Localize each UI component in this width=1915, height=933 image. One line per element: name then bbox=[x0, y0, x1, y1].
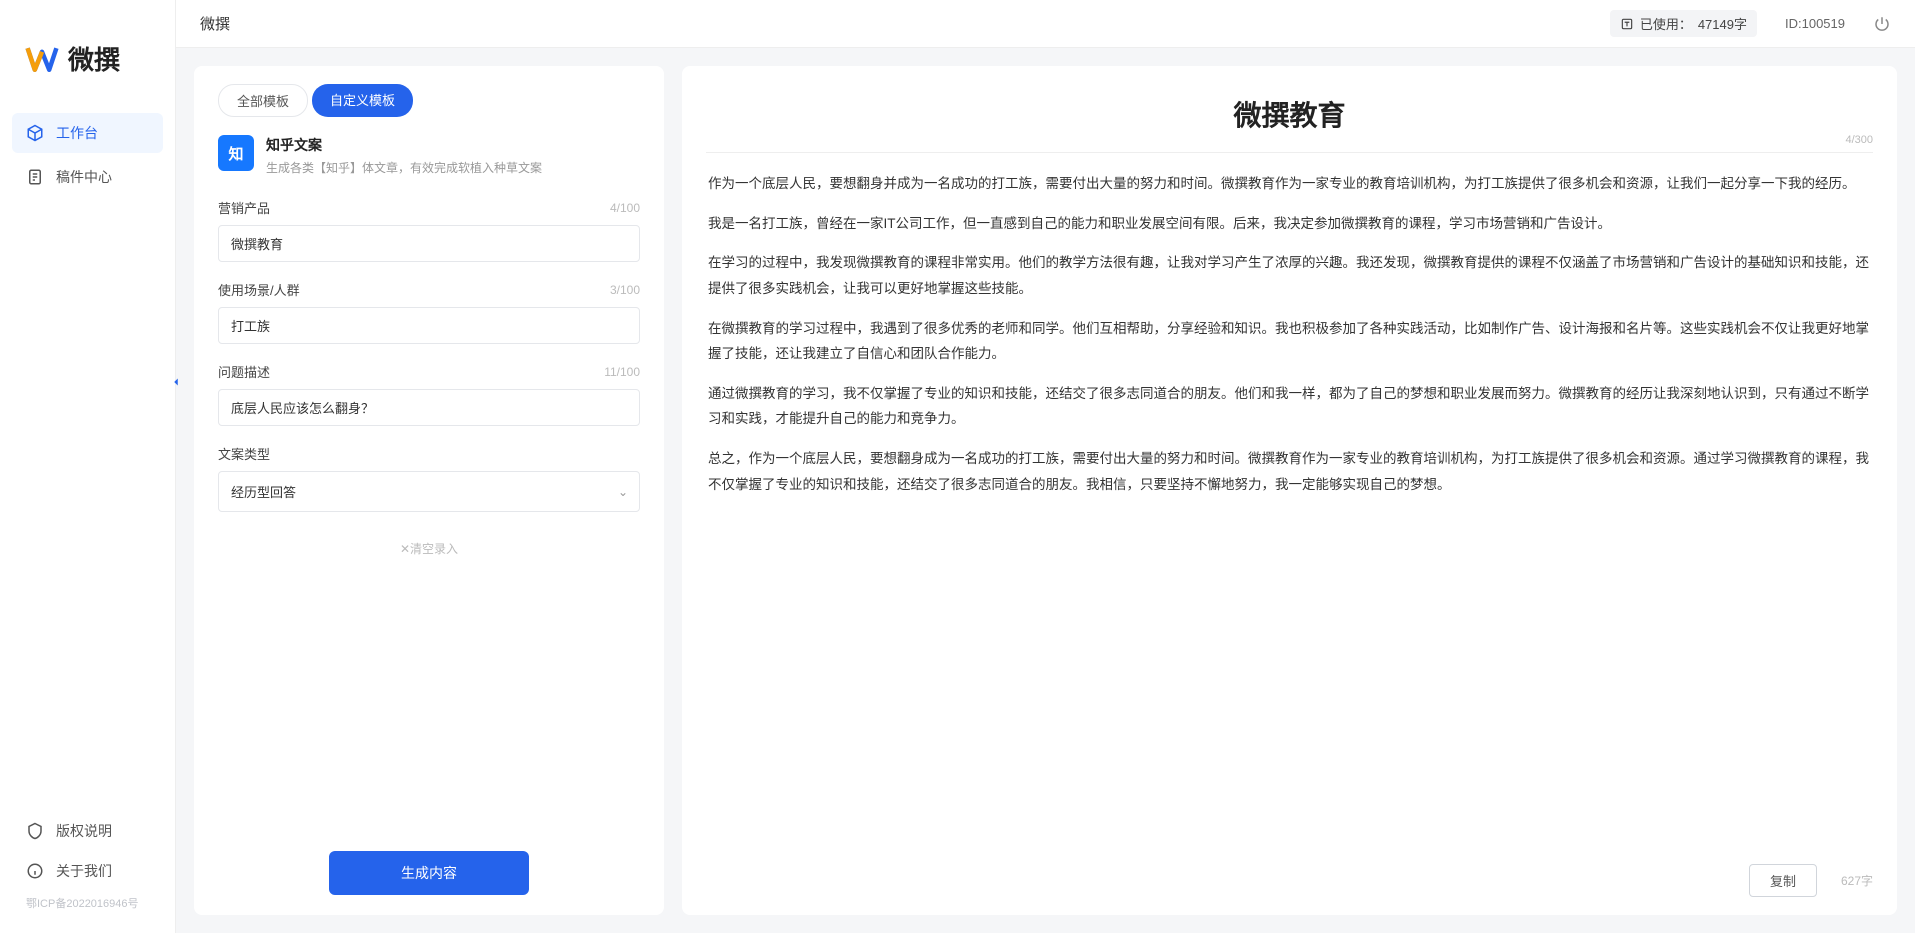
product-input[interactable] bbox=[218, 225, 640, 262]
field-label: 使用场景/人群 bbox=[218, 280, 300, 299]
field-count: 4/100 bbox=[610, 201, 640, 215]
generate-button[interactable]: 生成内容 bbox=[329, 851, 529, 895]
field-type: 文案类型 经历型回答 ⌄ bbox=[218, 444, 640, 512]
zhihu-icon: 知 bbox=[218, 135, 254, 171]
shield-icon bbox=[26, 822, 44, 840]
usage-label: 已使用： bbox=[1640, 14, 1692, 33]
info-icon bbox=[26, 862, 44, 880]
usage-badge: 已使用： 47149字 bbox=[1610, 10, 1757, 37]
cube-icon bbox=[26, 124, 44, 142]
footer-label: 关于我们 bbox=[56, 861, 112, 881]
output-paragraph: 总之，作为一个底层人民，要想翻身成为一名成功的打工族，需要付出大量的努力和时间。… bbox=[708, 446, 1871, 497]
document-icon bbox=[26, 168, 44, 186]
type-select[interactable]: 经历型回答 bbox=[218, 471, 640, 512]
question-input[interactable] bbox=[218, 389, 640, 426]
output-title: 微撰教育 bbox=[1233, 101, 1345, 132]
user-id: ID:100519 bbox=[1785, 16, 1845, 31]
output-paragraph: 在微撰教育的学习过程中，我遇到了很多优秀的老师和同学。他们互相帮助，分享经验和知… bbox=[708, 316, 1871, 367]
output-paragraph: 在学习的过程中，我发现微撰教育的课程非常实用。他们的教学方法很有趣，让我对学习产… bbox=[708, 250, 1871, 301]
output-paragraph: 作为一个底层人民，要想翻身并成为一名成功的打工族，需要付出大量的努力和时间。微撰… bbox=[708, 171, 1871, 197]
sidebar-footer: 版权说明 关于我们 鄂ICP备2022016946号 bbox=[0, 803, 175, 933]
page-title: 微撰 bbox=[200, 13, 230, 34]
icp-text: 鄂ICP备2022016946号 bbox=[12, 891, 163, 915]
nav-item-drafts[interactable]: 稿件中心 bbox=[12, 157, 163, 197]
topbar: 微撰 已使用： 47149字 ID:100519 bbox=[176, 0, 1915, 48]
field-label: 文案类型 bbox=[218, 444, 270, 463]
tab-custom-templates[interactable]: 自定义模板 bbox=[312, 84, 413, 117]
field-label: 营销产品 bbox=[218, 198, 270, 217]
nav-label: 稿件中心 bbox=[56, 167, 112, 187]
template-tabs: 全部模板 自定义模板 bbox=[218, 84, 640, 117]
text-usage-icon bbox=[1620, 17, 1634, 31]
field-count: 3/100 bbox=[610, 283, 640, 297]
output-title-count: 4/300 bbox=[1845, 134, 1873, 146]
usage-value: 47149字 bbox=[1698, 14, 1747, 33]
output-paragraph: 通过微撰教育的学习，我不仅掌握了专业的知识和技能，还结交了很多志同道合的朋友。他… bbox=[708, 381, 1871, 432]
output-char-count: 627字 bbox=[1841, 872, 1873, 889]
tab-all-templates[interactable]: 全部模板 bbox=[218, 84, 308, 117]
sidebar-collapse-handle[interactable] bbox=[168, 370, 184, 394]
footer-copyright[interactable]: 版权说明 bbox=[12, 811, 163, 851]
template-card: 知 知乎文案 生成各类【知乎】体文章，有效完成软植入种草文案 bbox=[218, 135, 640, 176]
output-panel: 微撰教育 4/300 作为一个底层人民，要想翻身并成为一名成功的打工族，需要付出… bbox=[682, 66, 1897, 915]
field-scenario: 使用场景/人群 3/100 bbox=[218, 280, 640, 344]
sidebar: 微撰 工作台 稿件中心 版权说明 关于我们 鄂ICP备2022016946号 bbox=[0, 0, 176, 933]
footer-label: 版权说明 bbox=[56, 821, 112, 841]
logo-icon bbox=[24, 41, 60, 77]
nav-item-workbench[interactable]: 工作台 bbox=[12, 113, 163, 153]
template-title: 知乎文案 bbox=[266, 135, 542, 155]
field-product: 营销产品 4/100 bbox=[218, 198, 640, 262]
clear-input-button[interactable]: ✕清空录入 bbox=[218, 540, 640, 557]
field-question: 问题描述 11/100 bbox=[218, 362, 640, 426]
output-body: 作为一个底层人民，要想翻身并成为一名成功的打工族，需要付出大量的努力和时间。微撰… bbox=[706, 165, 1873, 852]
nav: 工作台 稿件中心 bbox=[0, 113, 175, 803]
brand-name: 微撰 bbox=[68, 40, 120, 77]
field-label: 问题描述 bbox=[218, 362, 270, 381]
template-desc: 生成各类【知乎】体文章，有效完成软植入种草文案 bbox=[266, 159, 542, 176]
field-count: 11/100 bbox=[604, 365, 640, 379]
scenario-input[interactable] bbox=[218, 307, 640, 344]
footer-about[interactable]: 关于我们 bbox=[12, 851, 163, 891]
output-paragraph: 我是一名打工族，曾经在一家IT公司工作，但一直感到自己的能力和职业发展空间有限。… bbox=[708, 211, 1871, 237]
nav-label: 工作台 bbox=[56, 123, 98, 143]
copy-button[interactable]: 复制 bbox=[1749, 864, 1817, 897]
logo: 微撰 bbox=[0, 20, 175, 113]
power-icon[interactable] bbox=[1873, 15, 1891, 33]
form-panel: 全部模板 自定义模板 知 知乎文案 生成各类【知乎】体文章，有效完成软植入种草文… bbox=[194, 66, 664, 915]
